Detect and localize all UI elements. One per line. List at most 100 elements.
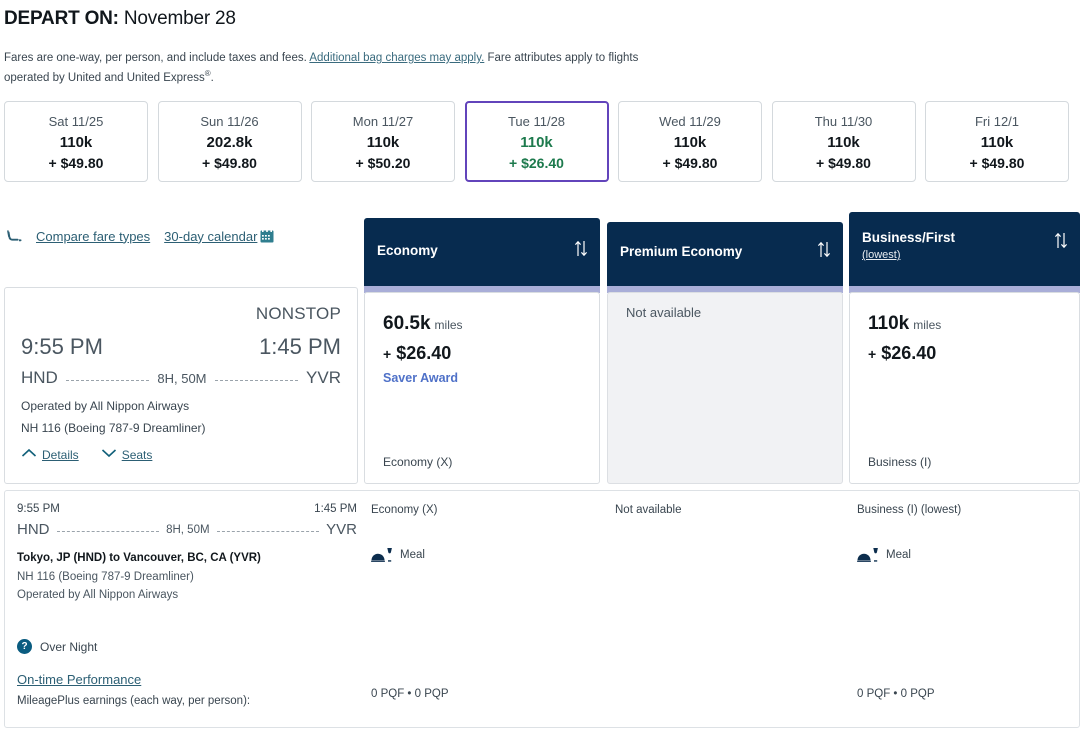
details-amenity-label: Meal bbox=[400, 549, 425, 561]
date-card-cash: + $49.80 bbox=[202, 155, 257, 171]
details-equipment: NH 116 (Boeing 787-9 Dreamliner) bbox=[17, 571, 194, 583]
date-card-miles: 110k bbox=[366, 134, 400, 151]
depart-time: 9:55 PM bbox=[21, 334, 103, 359]
details-earnings: 0 PQF • 0 PQP bbox=[371, 688, 449, 700]
fare-cash-value: $26.40 bbox=[396, 343, 452, 363]
route-dash-left bbox=[65, 379, 150, 381]
fare-class-label: Business (I) bbox=[868, 455, 932, 469]
chevron-up-icon bbox=[21, 447, 37, 457]
question-mark-icon[interactable]: ? bbox=[17, 639, 32, 654]
date-card-cash: + $49.80 bbox=[816, 155, 871, 171]
date-card-cash: + $49.80 bbox=[969, 155, 1025, 171]
date-selector-strip: Sat 11/25 110k + $49.80 Sun 11/26 202.8k… bbox=[4, 101, 1078, 182]
date-card-day: Thu 11/30 bbox=[814, 114, 873, 129]
details-amenity-label: Meal bbox=[886, 549, 911, 561]
fare-column-header-premium-economy[interactable]: Premium Economy bbox=[607, 222, 843, 286]
fare-cash-plus: + bbox=[383, 346, 392, 362]
fare-cash: + $26.40 bbox=[383, 343, 451, 364]
date-card-thu-1130[interactable]: Thu 11/30 110k + $49.80 bbox=[771, 101, 916, 182]
sort-arrows-icon[interactable] bbox=[1054, 232, 1068, 249]
fare-column-title: Economy bbox=[377, 243, 438, 258]
fare-cell-premium-economy: Not available bbox=[607, 292, 843, 484]
depart-on-label: DEPART ON: bbox=[4, 8, 119, 29]
date-card-day: Fri 12/1 bbox=[974, 114, 1020, 129]
details-earnings: 0 PQF • 0 PQP bbox=[857, 688, 935, 700]
details-class-label: Economy (X) bbox=[371, 504, 438, 516]
date-card-miles: 110k bbox=[673, 134, 707, 151]
fare-miles-unit: miles bbox=[434, 318, 463, 332]
details-city-pair: Tokyo, JP (HND) to Vancouver, BC, CA (YV… bbox=[17, 552, 261, 564]
details-link[interactable]: Details bbox=[42, 448, 79, 462]
seats-link[interactable]: Seats bbox=[122, 448, 153, 462]
seat-icon bbox=[6, 228, 22, 244]
date-card-day: Wed 11/29 bbox=[659, 114, 721, 129]
on-time-performance-link[interactable]: On-time Performance bbox=[17, 672, 141, 687]
details-class-label: Business (I) (lowest) bbox=[857, 504, 962, 516]
fare-miles-value: 110k bbox=[868, 313, 910, 334]
date-card-miles: 110k bbox=[59, 134, 93, 151]
date-card-cash: + $49.80 bbox=[662, 155, 718, 171]
flight-route: HND 8H, 50M YVR bbox=[21, 368, 341, 388]
fare-cash-plus: + bbox=[868, 346, 877, 362]
fare-column-subtitle-lowest[interactable]: (lowest) bbox=[862, 249, 901, 261]
fare-tools-links: Compare fare types 30-day calendar bbox=[6, 228, 274, 244]
fare-miles-unit: miles bbox=[913, 318, 942, 332]
details-destination-code: YVR bbox=[326, 521, 357, 538]
date-card-wed-1129[interactable]: Wed 11/29 110k + $49.80 bbox=[618, 101, 762, 182]
date-card-sat-1125[interactable]: Sat 11/25 110k + $49.80 bbox=[4, 101, 148, 182]
date-card-mon-1127[interactable]: Mon 11/27 110k + $50.20 bbox=[311, 101, 455, 182]
date-card-miles: 110k bbox=[980, 134, 1014, 151]
meal-icon bbox=[371, 548, 393, 562]
route-dash-right bbox=[214, 379, 299, 381]
details-duration: 8H, 50M bbox=[166, 523, 210, 536]
depart-date: November 28 bbox=[123, 8, 236, 29]
details-depart-time: 9:55 PM bbox=[17, 503, 60, 515]
thirty-day-calendar-link[interactable]: 30-day calendar bbox=[164, 229, 257, 244]
sort-arrows-icon[interactable] bbox=[574, 240, 588, 257]
fare-cash: + $26.40 bbox=[868, 343, 936, 364]
equipment-line: NH 116 (Boeing 787-9 Dreamliner) bbox=[21, 421, 206, 435]
fare-column-header-business-first[interactable]: Business/First (lowest) bbox=[849, 212, 1080, 286]
date-card-fri-121[interactable]: Fri 12/1 110k + $49.80 bbox=[925, 101, 1069, 182]
calendar-icon[interactable] bbox=[260, 228, 274, 243]
details-arrive-time: 1:45 PM bbox=[314, 503, 357, 515]
details-operated-by: Operated by All Nippon Airways bbox=[17, 589, 179, 601]
flight-summary-card: NONSTOP 9:55 PM 1:45 PM HND 8H, 50M YVR … bbox=[4, 287, 358, 484]
date-card-day: Sat 11/25 bbox=[48, 114, 104, 129]
not-available-text: Not available bbox=[626, 305, 702, 320]
sort-arrows-icon[interactable] bbox=[817, 241, 831, 258]
fare-miles-value: 60.5k bbox=[383, 313, 431, 334]
fare-column-headers: Economy Premium Economy Business/First (… bbox=[364, 212, 1080, 292]
chevron-down-icon bbox=[101, 447, 117, 458]
fare-cell-economy[interactable]: 60.5k miles + $26.40 Saver Award Economy … bbox=[364, 292, 600, 484]
date-card-cash: + $26.40 bbox=[509, 155, 564, 171]
date-card-day: Sun 11/26 bbox=[200, 114, 259, 129]
details-times: 9:55 PM 1:45 PM bbox=[17, 503, 357, 515]
operated-by-line: Operated by All Nippon Airways bbox=[21, 399, 190, 413]
compare-fare-types-link[interactable]: Compare fare types bbox=[36, 229, 150, 244]
disclaimer-text-1: Fares are one-way, per person, and inclu… bbox=[4, 52, 310, 64]
origin-code: HND bbox=[21, 368, 58, 387]
overnight-label: Over Night bbox=[40, 639, 98, 654]
stops-label: NONSTOP bbox=[255, 304, 341, 323]
fare-column-header-economy[interactable]: Economy bbox=[364, 218, 600, 286]
thirty-day-calendar-wrap: 30-day calendar bbox=[164, 228, 274, 244]
mileageplus-earnings-label: MileagePlus earnings (each way, per pers… bbox=[17, 695, 251, 707]
date-card-cash: + $50.20 bbox=[355, 155, 411, 171]
fare-cell-business-first[interactable]: 110k miles + $26.40 Business (I) bbox=[849, 292, 1080, 484]
destination-code: YVR bbox=[306, 368, 342, 387]
date-card-sun-1126[interactable]: Sun 11/26 202.8k + $49.80 bbox=[157, 101, 302, 182]
date-card-tue-1128[interactable]: Tue 11/28 110k + $26.40 bbox=[464, 101, 609, 182]
fare-class-label: Economy (X) bbox=[383, 455, 453, 469]
details-route-dash-left bbox=[56, 531, 160, 532]
fare-column-title: Business/First bbox=[862, 230, 956, 245]
additional-bag-charges-link[interactable]: Additional bag charges may apply. bbox=[309, 52, 484, 64]
details-toggle[interactable]: Details bbox=[21, 447, 79, 462]
flight-details-panel: 9:55 PM 1:45 PM HND 8H, 50M YVR Tokyo, J… bbox=[4, 490, 1080, 728]
meal-icon bbox=[857, 548, 879, 562]
fare-disclaimer: Fares are one-way, per person, and inclu… bbox=[4, 50, 684, 86]
details-amenity: Meal bbox=[371, 548, 425, 562]
page-title: DEPART ON: November 28 bbox=[4, 8, 236, 30]
flight-duration: 8H, 50M bbox=[157, 370, 207, 386]
seats-toggle[interactable]: Seats bbox=[101, 447, 153, 462]
